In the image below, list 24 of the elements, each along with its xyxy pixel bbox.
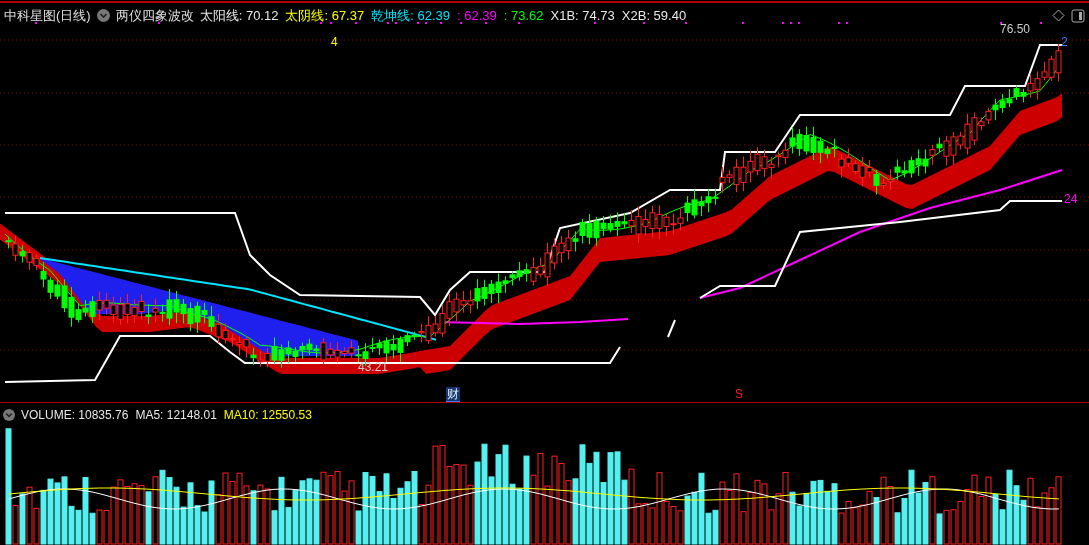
legend-value: 太阳线: 70.12 xyxy=(199,7,279,25)
line-segment xyxy=(667,319,676,338)
diamond-icon[interactable] xyxy=(1052,9,1065,23)
legend-value: 乾坤线: 62.39 xyxy=(371,7,450,25)
legend-value: X1B: 74.73 xyxy=(550,7,615,25)
chart-label: 24 xyxy=(1064,192,1078,206)
legend-value: : 73.62 xyxy=(503,7,544,25)
price-marker: 76.50 xyxy=(1000,22,1031,36)
chart-label: 4 xyxy=(331,35,338,49)
indicator-name: 两仪四象波改 xyxy=(115,7,194,25)
legend-value: VOLUME: 10835.76 xyxy=(21,407,129,424)
event-tag: 财 xyxy=(446,387,460,403)
legend-value: MA5: 12148.01 xyxy=(135,407,217,424)
legend-value: : 62.39 xyxy=(456,7,497,25)
panel-toggle-icon[interactable] xyxy=(1071,8,1085,23)
price-marker: 43.21 xyxy=(358,360,389,374)
chevron-down-icon[interactable] xyxy=(3,409,15,421)
legend-value: MA10: 12550.53 xyxy=(223,407,312,424)
chevron-down-icon[interactable] xyxy=(96,9,110,23)
chart-title: 中科星图(日线) xyxy=(4,7,91,25)
legend-value: 太阴线: 67.37 xyxy=(285,7,365,25)
legend-value: X2B: 59.40 xyxy=(621,7,687,25)
chart-label: S xyxy=(735,387,743,401)
chart-label: 2 xyxy=(1061,35,1068,49)
